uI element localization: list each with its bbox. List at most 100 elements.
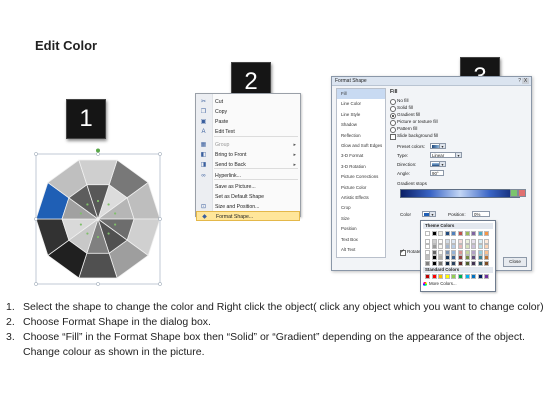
decagon-graphic[interactable] xyxy=(32,148,164,286)
more-colors-link[interactable]: More Colors... xyxy=(429,281,457,287)
color-swatch[interactable] xyxy=(471,249,477,255)
resize-handle[interactable] xyxy=(34,217,38,221)
resize-handle[interactable] xyxy=(158,217,162,221)
color-swatch[interactable] xyxy=(484,255,490,260)
color-swatch[interactable] xyxy=(451,238,457,244)
color-swatch[interactable] xyxy=(477,231,483,236)
color-swatch[interactable] xyxy=(438,249,444,255)
color-swatch[interactable] xyxy=(425,231,430,236)
pattern-fill-radio[interactable] xyxy=(390,127,396,133)
remove-stop-button[interactable] xyxy=(518,189,526,197)
resize-handle[interactable] xyxy=(158,282,162,286)
color-swatch[interactable] xyxy=(444,249,450,255)
color-swatch[interactable] xyxy=(458,238,463,244)
color-swatch[interactable] xyxy=(438,231,444,236)
color-swatch[interactable] xyxy=(444,238,450,244)
color-swatch[interactable] xyxy=(464,231,470,236)
nav-item[interactable]: Line Color xyxy=(337,99,385,109)
position-field[interactable]: 0% xyxy=(472,211,490,217)
color-swatch[interactable] xyxy=(431,244,437,249)
color-swatch[interactable] xyxy=(451,260,457,266)
color-swatch[interactable] xyxy=(425,238,430,244)
color-swatch[interactable] xyxy=(477,238,483,244)
menu-item[interactable]: Set as Default Shape xyxy=(196,192,300,202)
color-swatch[interactable] xyxy=(471,274,477,279)
color-swatch[interactable] xyxy=(425,244,430,249)
direction-dropdown[interactable]: ▼ xyxy=(430,161,446,167)
color-swatch[interactable] xyxy=(458,244,463,249)
color-swatch[interactable] xyxy=(444,260,450,266)
color-swatch[interactable] xyxy=(471,238,477,244)
menu-item[interactable]: ▣ Paste xyxy=(196,117,300,127)
color-swatch[interactable] xyxy=(471,231,477,236)
color-swatch[interactable] xyxy=(477,260,483,266)
color-swatch[interactable] xyxy=(431,274,437,279)
color-swatch[interactable] xyxy=(484,249,490,255)
nav-item[interactable]: Size xyxy=(337,214,385,224)
color-swatch[interactable] xyxy=(477,255,483,260)
color-swatch[interactable] xyxy=(477,274,483,279)
menu-item[interactable]: ✂ Cut xyxy=(196,97,300,107)
menu-item[interactable]: ◧ Bring to Front ▸ xyxy=(196,150,300,160)
rotation-handle[interactable] xyxy=(96,148,100,153)
color-swatch[interactable] xyxy=(484,260,490,266)
color-swatch[interactable] xyxy=(451,255,457,260)
color-swatch[interactable] xyxy=(464,255,470,260)
color-swatch[interactable] xyxy=(444,274,450,279)
color-swatch[interactable] xyxy=(438,238,444,244)
nav-item[interactable]: Glow and Soft Edges xyxy=(337,141,385,151)
color-swatch[interactable] xyxy=(451,249,457,255)
color-swatch[interactable] xyxy=(431,249,437,255)
resize-handle[interactable] xyxy=(158,152,162,156)
color-swatch[interactable] xyxy=(451,244,457,249)
close-button[interactable]: Close xyxy=(503,257,527,267)
nav-item[interactable]: Line Style xyxy=(337,110,385,120)
color-swatch[interactable] xyxy=(431,255,437,260)
picture-fill-radio[interactable] xyxy=(390,120,396,126)
color-swatch[interactable] xyxy=(444,255,450,260)
rotate-with-shape-checkbox[interactable] xyxy=(400,248,406,256)
color-swatch[interactable] xyxy=(458,255,463,260)
solid-fill-radio[interactable] xyxy=(390,106,396,112)
nav-item[interactable]: Fill xyxy=(337,89,385,99)
color-swatch[interactable] xyxy=(484,274,490,279)
nav-item[interactable]: Text Box xyxy=(337,235,385,245)
nav-item[interactable]: Position xyxy=(337,224,385,234)
color-swatch[interactable] xyxy=(425,260,430,266)
nav-item[interactable]: Reflection xyxy=(337,131,385,141)
no-fill-radio[interactable] xyxy=(390,99,396,105)
color-swatch[interactable] xyxy=(431,238,437,244)
color-swatch[interactable] xyxy=(471,255,477,260)
close-icon[interactable]: X xyxy=(522,78,529,84)
color-swatch[interactable] xyxy=(477,249,483,255)
color-swatch[interactable] xyxy=(451,231,457,236)
menu-item[interactable]: ❐ Copy xyxy=(196,107,300,117)
color-swatch[interactable] xyxy=(484,244,490,249)
color-swatch[interactable] xyxy=(464,244,470,249)
color-swatch[interactable] xyxy=(471,244,477,249)
color-swatch[interactable] xyxy=(477,244,483,249)
preset-colors-dropdown[interactable]: ▼ xyxy=(430,143,446,149)
nav-item[interactable]: Artistic Effects xyxy=(337,193,385,203)
help-icon[interactable]: ? xyxy=(518,77,521,85)
color-swatch[interactable] xyxy=(458,231,463,236)
selected-shape[interactable] xyxy=(32,148,164,286)
color-swatch[interactable] xyxy=(484,238,490,244)
color-swatch[interactable] xyxy=(438,260,444,266)
color-swatch[interactable] xyxy=(464,238,470,244)
type-dropdown[interactable]: Linear ▼ xyxy=(430,152,462,158)
add-stop-button[interactable] xyxy=(510,189,518,197)
gradient-fill-radio[interactable] xyxy=(390,113,396,119)
color-swatch[interactable] xyxy=(458,274,463,279)
color-swatch[interactable] xyxy=(464,260,470,266)
color-dropdown[interactable]: ▼ xyxy=(422,211,436,217)
color-swatch[interactable] xyxy=(444,244,450,249)
color-swatch[interactable] xyxy=(451,274,457,279)
angle-field[interactable]: 90° xyxy=(430,170,444,176)
resize-handle[interactable] xyxy=(96,152,100,156)
nav-item[interactable]: Picture Corrections xyxy=(337,172,385,182)
gradient-stops-bar[interactable] xyxy=(400,189,520,198)
resize-handle[interactable] xyxy=(96,282,100,286)
color-swatch[interactable] xyxy=(438,274,444,279)
color-swatch[interactable] xyxy=(438,255,444,260)
